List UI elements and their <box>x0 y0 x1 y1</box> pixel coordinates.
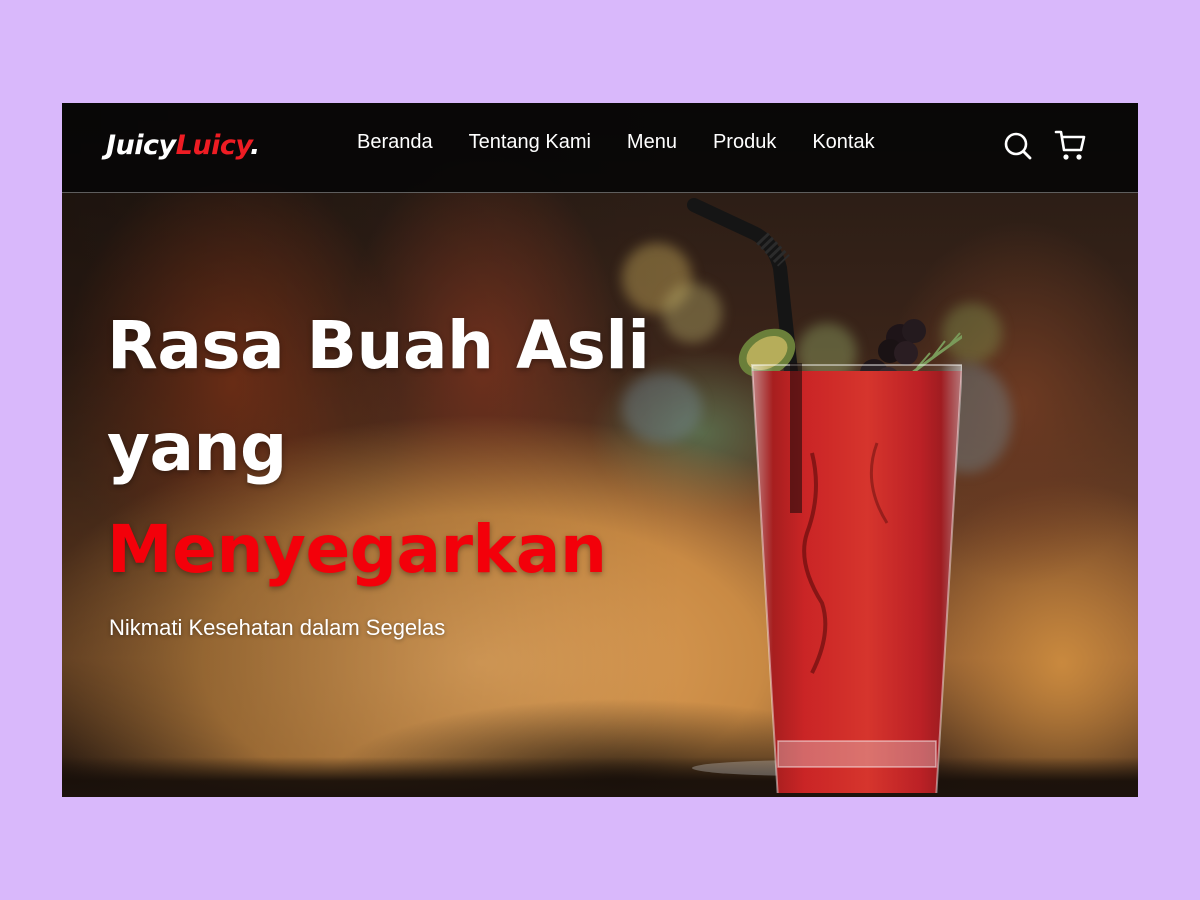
nav-icons <box>1002 127 1086 163</box>
nav-item-tentang-kami[interactable]: Tentang Kami <box>469 131 591 154</box>
nav-item-kontak[interactable]: Kontak <box>812 131 874 154</box>
glass <box>750 364 962 793</box>
brand-logo-dot: . <box>249 130 260 161</box>
brand-logo-part1: Juicy <box>106 130 176 161</box>
hero-subtitle: Nikmati Kesehatan dalam Segelas <box>109 615 446 640</box>
cart-icon[interactable] <box>1054 127 1086 163</box>
brand-logo[interactable]: JuicyLuicy. <box>106 130 260 161</box>
search-icon[interactable] <box>1002 127 1034 163</box>
hero-heading: Rasa Buah Asli yang Menyegarkan <box>107 295 727 601</box>
hero-heading-line2: yang <box>107 409 287 486</box>
hero-section: Rasa Buah Asli yang Menyegarkan Nikmati … <box>107 295 727 641</box>
nav-item-beranda[interactable]: Beranda <box>357 131 433 154</box>
main-nav: Beranda Tentang Kami Menu Produk Kontak <box>357 131 911 154</box>
website-mockup: JuicyLuicy. Beranda Tentang Kami Menu Pr… <box>62 103 1138 797</box>
nav-item-menu[interactable]: Menu <box>627 131 677 154</box>
hero-heading-line1: Rasa Buah Asli <box>107 307 650 384</box>
navbar: JuicyLuicy. Beranda Tentang Kami Menu Pr… <box>62 103 1138 193</box>
table-edge <box>62 757 1138 797</box>
hero-heading-accent: Menyegarkan <box>107 511 607 588</box>
nav-item-produk[interactable]: Produk <box>713 131 776 154</box>
brand-logo-part2: Luicy <box>175 130 251 161</box>
